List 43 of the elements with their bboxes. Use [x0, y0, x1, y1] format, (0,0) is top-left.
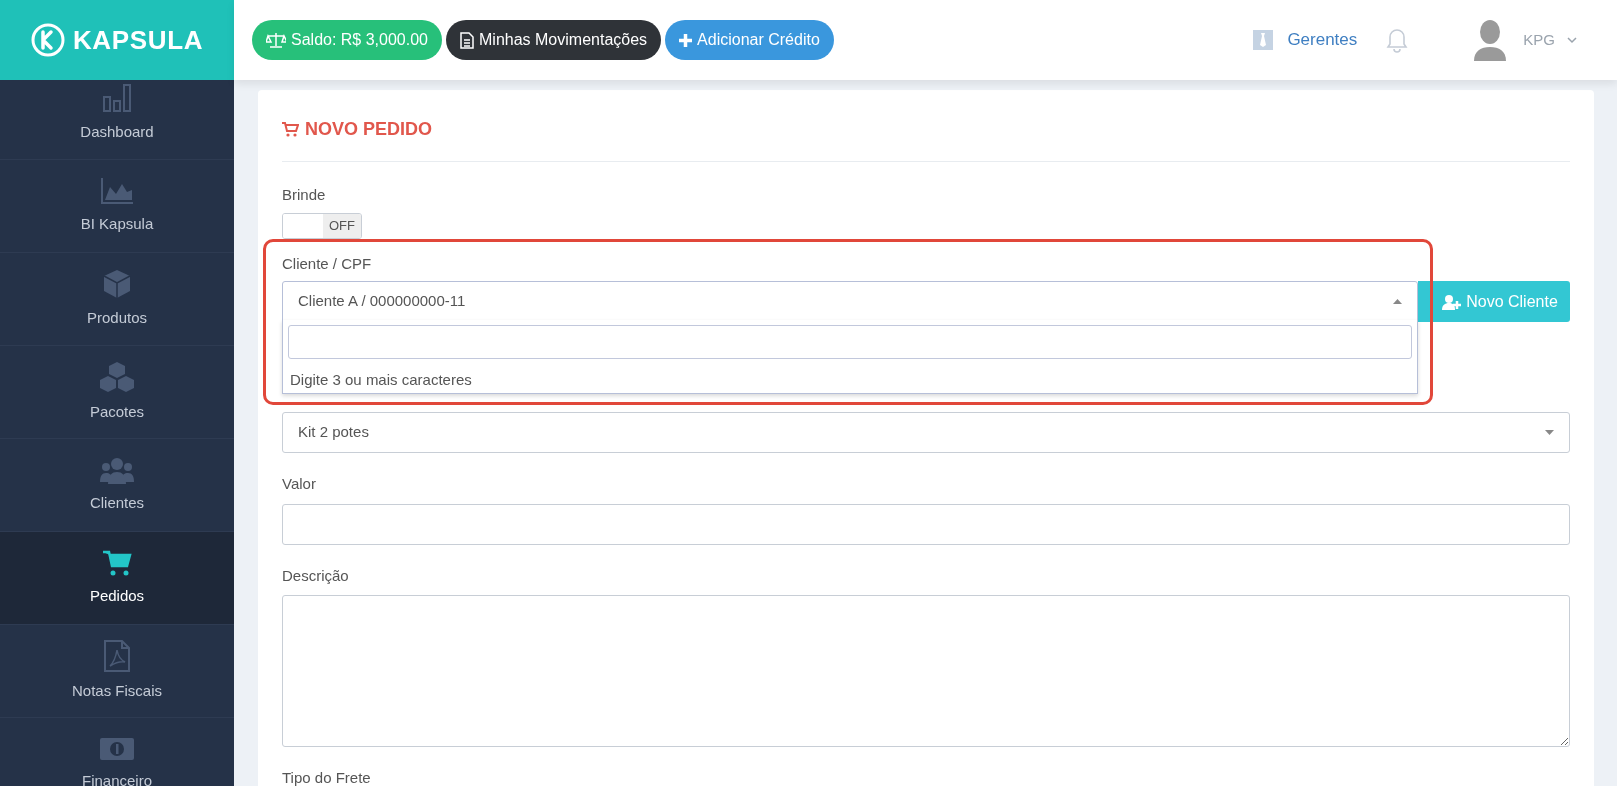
area-chart-icon [100, 176, 134, 205]
description-field[interactable] [282, 595, 1570, 747]
pdf-file-icon [104, 639, 130, 672]
avatar-icon[interactable] [1473, 19, 1508, 61]
sidebar-item[interactable]: Produtos [0, 253, 234, 346]
sidebar-item[interactable]: BI Kapsula [0, 160, 234, 253]
cubes-icon [99, 360, 135, 393]
managers-link[interactable]: Gerentes [1287, 27, 1358, 53]
search-field[interactable] [288, 324, 1412, 359]
caret-up-icon [1393, 299, 1402, 304]
plus-icon [679, 33, 693, 47]
banknote-icon [99, 735, 135, 762]
sidebar-item[interactable]: Dashboard [0, 80, 234, 160]
add-user-icon [1442, 293, 1463, 310]
sidebar-item[interactable]: Pedidos [0, 532, 234, 625]
field-label: Cliente / CPF [282, 253, 373, 274]
field-label: Brinde [282, 185, 327, 205]
brand-name: KAPSULA [72, 23, 204, 57]
client-select[interactable]: Cliente A / 000000000-11 [282, 281, 1418, 322]
sidebar-item[interactable]: Pacotes [0, 346, 234, 439]
bell-icon[interactable] [1385, 27, 1410, 53]
field-label: Valor [282, 474, 317, 494]
statement-button[interactable]: Minhas Movimentações [446, 20, 662, 60]
sidebar-item[interactable]: Financeiro [0, 718, 234, 786]
cart-icon [282, 122, 299, 137]
sidebar-item[interactable]: Notas Fiscais [0, 625, 234, 718]
caret-down-icon [1545, 430, 1554, 435]
product-select[interactable]: Kit 2 potes [282, 412, 1570, 453]
users-icon [100, 455, 134, 484]
document-icon [460, 31, 474, 49]
toggle-switch[interactable]: OFF [282, 212, 362, 239]
cube-icon [103, 268, 131, 299]
scale-icon [266, 32, 286, 48]
cart-icon [102, 548, 132, 577]
field-label: Descrição [282, 565, 350, 586]
bar-chart-icon [102, 82, 132, 113]
chevron-down-icon[interactable] [1567, 36, 1577, 44]
tie-icon [1253, 30, 1274, 50]
amount-field[interactable] [282, 503, 1570, 545]
page-title: NOVO PEDIDO [305, 118, 433, 141]
field-label: Tipo do Frete [282, 768, 372, 786]
dropdown-hint: Digite 3 ou mais caracteres [289, 369, 473, 390]
logo-icon [30, 23, 65, 57]
